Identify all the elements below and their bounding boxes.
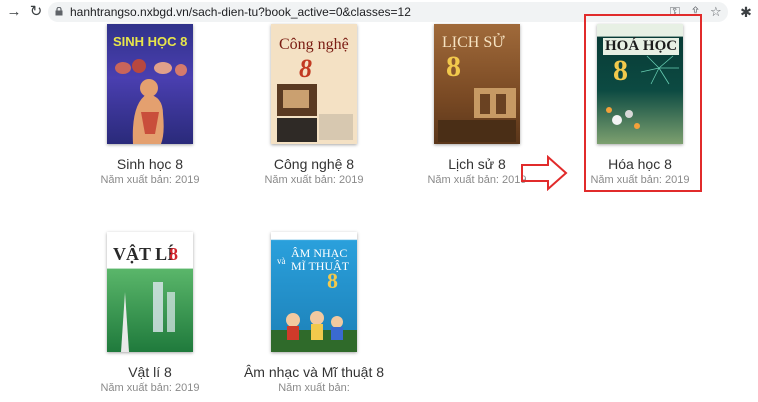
book-cover-cong-nghe-8[interactable]: Công nghệ 8 [271,24,357,144]
lock-icon [55,7,63,16]
star-bookmark-icon[interactable]: ☆ [710,2,722,22]
extensions-puzzle-icon[interactable]: ✱ [737,2,755,22]
cover-title: SINH HỌC 8 [113,34,188,49]
cover-and: và [277,256,286,266]
cover-illustration [271,311,357,352]
book-cover-am-nhac-mi-thuat-8[interactable]: ÂM NHẠC và MĨ THUẬT 8 [271,232,357,352]
forward-arrow-icon[interactable]: → [4,2,24,22]
cover-illustration [115,59,187,144]
cover-title: Công nghệ [279,36,349,53]
book-year: Năm xuất bản: 2019 [100,174,200,186]
book-title[interactable]: Sinh học 8 [60,156,240,172]
cover-illustration [121,282,175,352]
cover-illustration [277,84,353,142]
book-year: Năm xuất bản: 2019 [100,382,200,394]
book-year: Năm xuất bản: 2019 [264,174,364,186]
cover-number: 8 [299,54,312,83]
cover-title: VẬT LÍ [113,244,175,264]
book-title[interactable]: Vật lí 8 [60,364,240,380]
book-cover-sinh-hoc-8[interactable]: SINH HỌC 8 [107,24,193,144]
cover-number: 8 [169,244,178,264]
book-title[interactable]: Hóa học 8 [550,156,730,172]
cover-title-line2: MĨ THUẬT [291,259,350,273]
reload-icon[interactable]: ↻ [26,2,46,22]
book-title[interactable]: Công nghệ 8 [224,156,404,172]
cover-illustration [438,88,516,142]
book-year: Năm xuất bản: 2019 [590,174,690,186]
book-cover-vat-li-8[interactable]: VẬT LÍ 8 [107,232,193,352]
cover-number: 8 [446,50,461,83]
book-year: Năm xuất bản: [278,382,350,394]
book-cover-lich-su-8[interactable]: LỊCH SỬ 8 [434,24,520,144]
url-text: hanhtrangso.nxbgd.vn/sach-dien-tu?book_a… [70,5,411,19]
book-title[interactable]: Âm nhạc và Mĩ thuật 8 [224,364,404,380]
